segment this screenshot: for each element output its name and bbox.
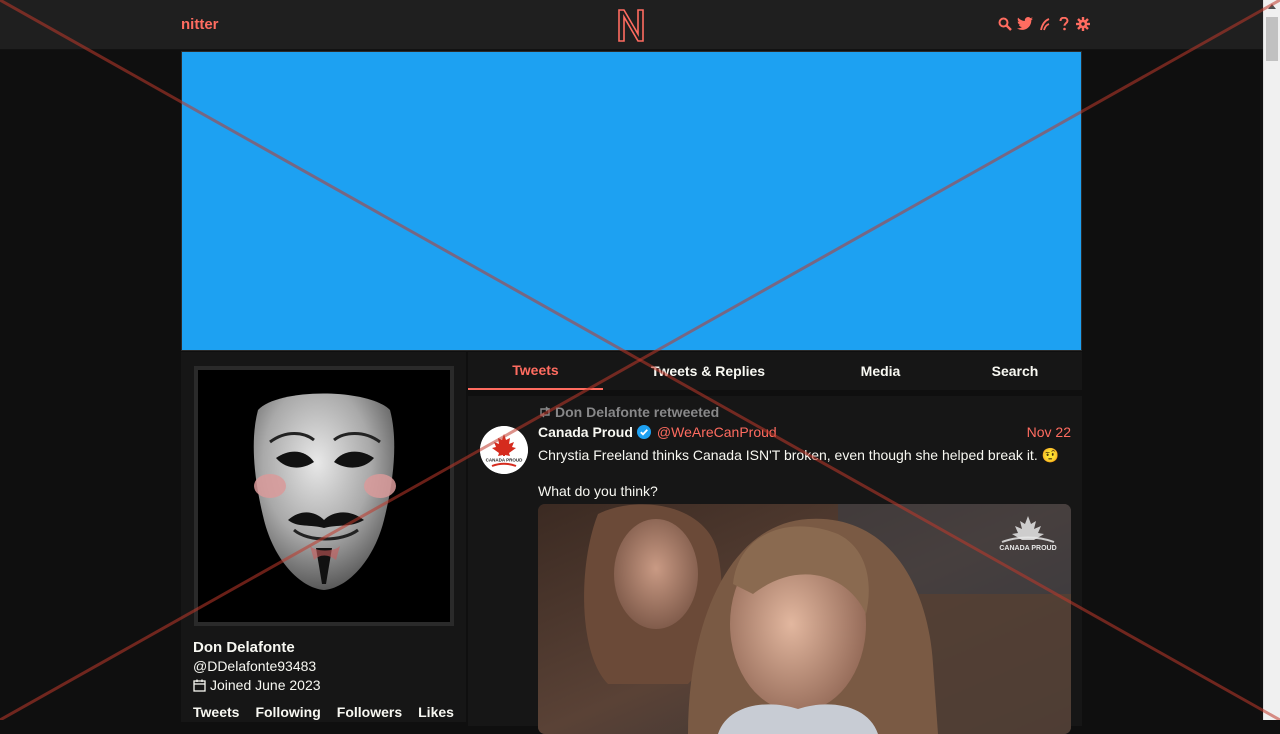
tweet-handle[interactable]: @WeAreCanProud [657, 424, 777, 440]
search-icon[interactable] [998, 16, 1012, 32]
tweet-date[interactable]: Nov 22 [1027, 424, 1071, 440]
nav-icons [998, 16, 1090, 32]
retweet-by-text[interactable]: Don Delafonte retweeted [555, 404, 719, 420]
rss-icon[interactable] [1038, 16, 1052, 32]
calendar-icon [193, 679, 206, 692]
scroll-up-arrow-icon[interactable] [1268, 4, 1276, 9]
gear-icon[interactable] [1076, 16, 1090, 32]
profile-fullname[interactable]: Don Delafonte [193, 639, 295, 656]
profile-username[interactable]: @DDelafonte93483 [193, 658, 316, 674]
navbar: nitter [0, 0, 1263, 50]
profile-banner[interactable] [181, 51, 1082, 351]
profile-joined: Joined June 2023 [193, 677, 321, 693]
retweet-icon [540, 406, 550, 418]
profile-joined-text: Joined June 2023 [210, 677, 321, 693]
stat-likes[interactable]: Likes [418, 704, 454, 720]
twitter-icon[interactable] [1017, 16, 1033, 32]
tweet-media[interactable]: CANADA PROUD [538, 504, 1071, 734]
tweet-item[interactable]: Don Delafonte retweeted CANADA PROUD Can… [468, 396, 1082, 734]
timeline: Tweets Tweets & Replies Media Search Don… [468, 352, 1082, 734]
guy-fawkes-mask-image [198, 370, 450, 622]
profile-avatar[interactable] [194, 366, 454, 626]
help-icon[interactable] [1057, 16, 1071, 32]
stat-followers[interactable]: Followers [337, 704, 402, 720]
tweet-avatar[interactable]: CANADA PROUD [480, 426, 528, 474]
tweet-text: Chrystia Freeland thinks Canada ISN'T br… [538, 446, 1072, 500]
scrollbar-thumb[interactable] [1266, 17, 1278, 61]
verified-badge-icon [636, 425, 651, 439]
tweet-media-image: CANADA PROUD [538, 504, 1071, 734]
tab-search[interactable]: Search [948, 352, 1082, 390]
tweet-text-line2: What do you think? [538, 483, 658, 499]
stat-following[interactable]: Following [255, 704, 320, 720]
nitter-logo[interactable] [616, 8, 646, 42]
tab-tweets[interactable]: Tweets [468, 352, 603, 390]
nitter-logo-icon [618, 9, 644, 42]
page-scrollbar[interactable] [1263, 0, 1280, 720]
stat-tweets[interactable]: Tweets [193, 704, 239, 720]
retweet-header: Don Delafonte retweeted [538, 404, 719, 420]
profile-card: Don Delafonte @DDelafonte93483 Joined Ju… [181, 352, 466, 722]
media-watermark-text: CANADA PROUD [999, 545, 1056, 552]
tweet-header: Canada Proud @WeAreCanProud [538, 424, 777, 440]
canada-proud-logo: CANADA PROUD [480, 426, 528, 474]
tweet-text-line1: Chrystia Freeland thinks Canada ISN'T br… [538, 447, 1060, 463]
profile-stats: Tweets Following Followers Likes [193, 704, 454, 720]
tab-tweets-replies[interactable]: Tweets & Replies [603, 352, 813, 390]
brand-link[interactable]: nitter [181, 16, 219, 33]
tab-media[interactable]: Media [813, 352, 948, 390]
timeline-tabs: Tweets Tweets & Replies Media Search [468, 352, 1082, 390]
tweet-fullname[interactable]: Canada Proud [538, 424, 633, 440]
avatar-logo-text: CANADA PROUD [486, 458, 524, 463]
